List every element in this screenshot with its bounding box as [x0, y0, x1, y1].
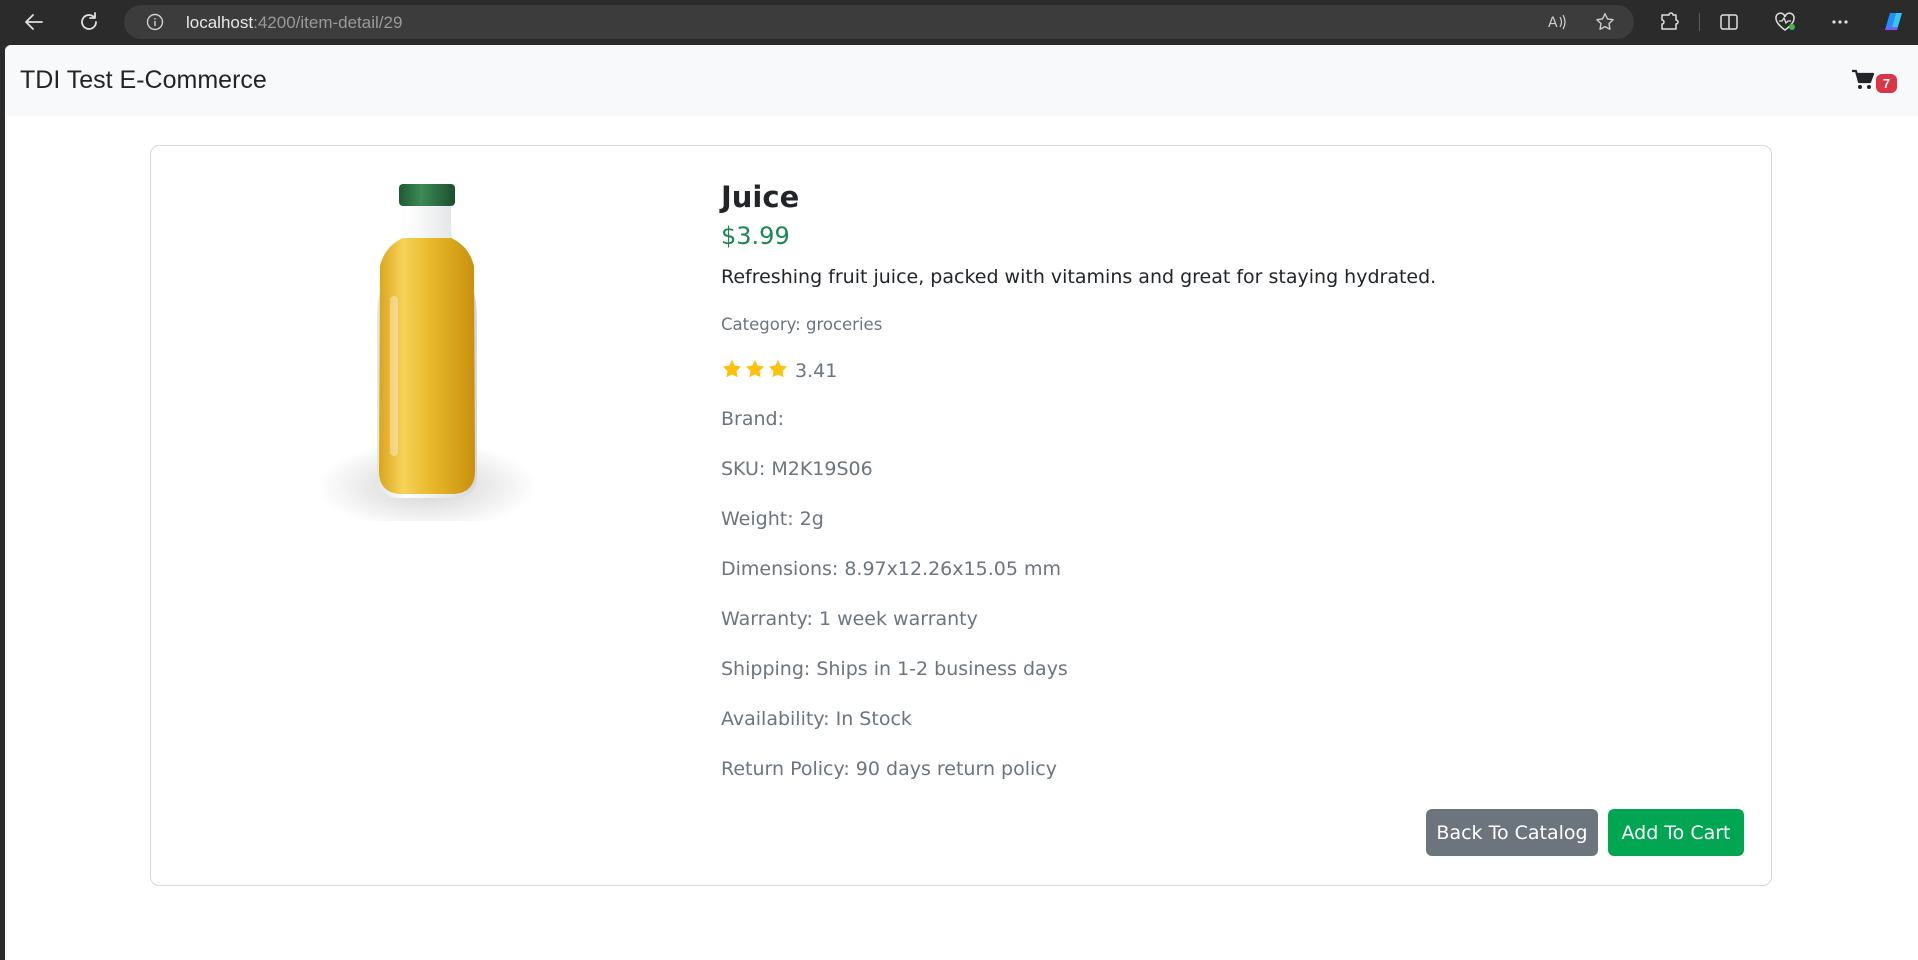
favorite-star-icon[interactable]	[1594, 11, 1616, 37]
back-icon[interactable]	[18, 6, 50, 38]
copilot-icon[interactable]	[1877, 6, 1909, 38]
product-title: Juice	[721, 180, 800, 214]
product-rating: 3.41	[721, 358, 837, 384]
brand-link[interactable]: TDI Test E-Commerce	[20, 66, 267, 95]
browser-essentials-icon[interactable]	[1769, 6, 1801, 38]
product-image	[307, 166, 547, 531]
back-to-catalog-button[interactable]: Back To Catalog	[1426, 809, 1598, 856]
url-text: localhost:4200/item-detail/29	[186, 13, 402, 33]
address-bar[interactable]: localhost:4200/item-detail/29 A	[124, 5, 1634, 39]
product-warranty: Warranty: 1 week warranty	[721, 608, 978, 630]
split-screen-icon[interactable]	[1713, 6, 1745, 38]
star-icon	[767, 358, 789, 384]
read-aloud-icon[interactable]: A	[1546, 11, 1568, 37]
star-icon	[721, 358, 743, 384]
product-dimensions: Dimensions: 8.97x12.26x15.05 mm	[721, 558, 1061, 580]
product-brand: Brand:	[721, 408, 784, 430]
product-weight: Weight: 2g	[721, 508, 824, 530]
more-icon[interactable]	[1824, 6, 1856, 38]
product-category: Category: groceries	[721, 315, 883, 334]
product-price: $3.99	[721, 222, 790, 250]
toolbar-divider	[1699, 13, 1700, 31]
svg-text:A: A	[1548, 15, 1558, 31]
cart-button[interactable]: 7	[1851, 69, 1911, 97]
product-shipping: Shipping: Ships in 1-2 business days	[721, 658, 1068, 680]
page-viewport: TDI Test E-Commerce 7 Juice $3.99 Refres…	[5, 45, 1918, 960]
shopping-cart-icon	[1851, 69, 1875, 95]
url-path: :4200/item-detail/29	[253, 13, 403, 32]
star-icon	[744, 358, 766, 384]
refresh-icon[interactable]	[73, 6, 105, 38]
add-to-cart-button[interactable]: Add To Cart	[1608, 809, 1744, 856]
info-icon[interactable]	[146, 13, 164, 35]
navbar: TDI Test E-Commerce 7	[5, 45, 1918, 116]
extensions-icon[interactable]	[1653, 6, 1685, 38]
product-return-policy: Return Policy: 90 days return policy	[721, 758, 1057, 780]
product-card: Juice $3.99 Refreshing fruit juice, pack…	[150, 145, 1772, 886]
rating-value: 3.41	[795, 360, 838, 382]
product-sku: SKU: M2K19S06	[721, 458, 873, 480]
product-description: Refreshing fruit juice, packed with vita…	[721, 266, 1437, 288]
product-availability: Availability: In Stock	[721, 708, 912, 730]
browser-toolbar: localhost:4200/item-detail/29 A	[0, 0, 1918, 44]
url-host: localhost	[186, 13, 254, 32]
cart-count-badge: 7	[1876, 74, 1897, 93]
